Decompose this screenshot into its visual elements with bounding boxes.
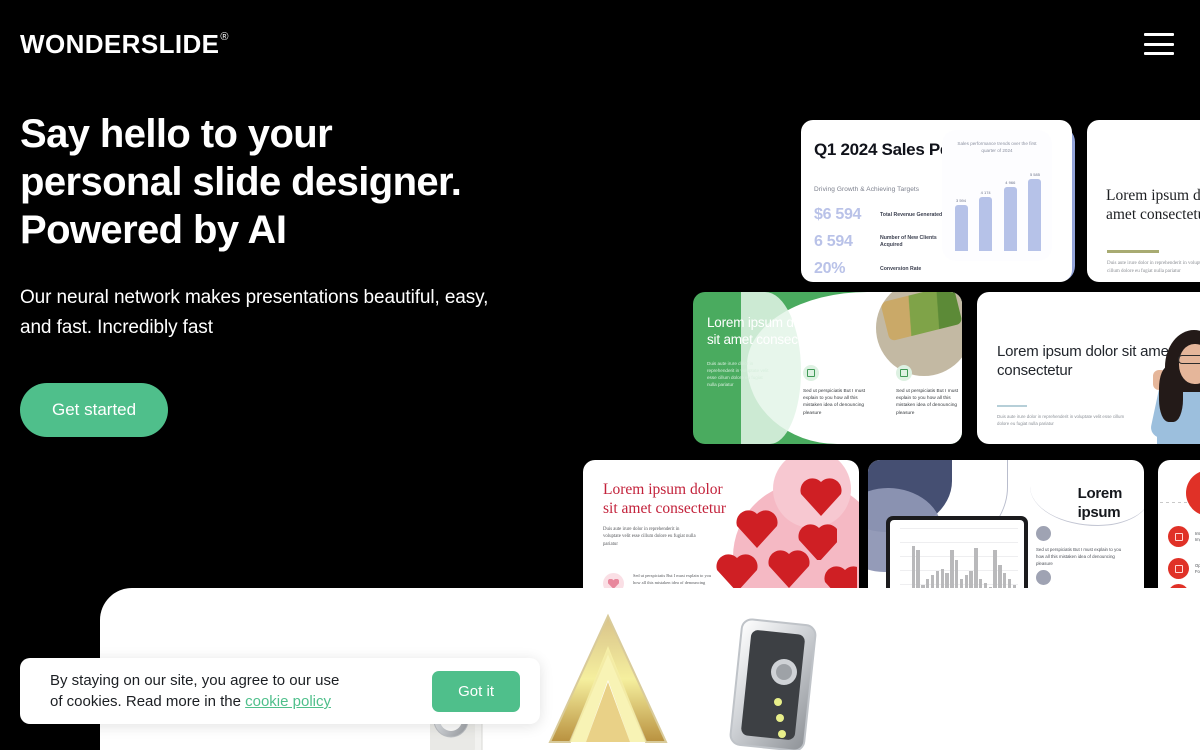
green-column: Sed ut perspiciatis But I must explain t… — [896, 365, 959, 417]
grid-line — [900, 528, 1018, 529]
green-column-text: Sed ut perspiciatis But I must explain t… — [803, 389, 866, 416]
q1-stat-value: 6 594 — [814, 233, 853, 250]
tablet-item-text: Sed ut perspiciatis But I must explain t… — [1036, 547, 1122, 566]
serif-divider — [1107, 250, 1159, 253]
q1-stats-list: $6 594 Total Revenue Generated 6 594 Num… — [814, 206, 960, 282]
tablet-item: Sed ut perspiciatis But I must explain t… — [1036, 526, 1122, 567]
info-icon — [1036, 526, 1051, 541]
logo-text: WONDERSLIDE — [20, 29, 220, 59]
cookie-text-line1: By staying on our site, you agree to our… — [50, 672, 340, 689]
woman-divider — [997, 405, 1027, 407]
red-row: Operational Excellence Foundations — [1168, 558, 1200, 579]
q1-stat-label: Conversion Rate — [880, 265, 922, 272]
q1-stat-item: $6 594 Total Revenue Generated — [814, 206, 960, 224]
cookie-policy-link[interactable]: cookie policy — [245, 693, 331, 710]
q1-bar — [954, 205, 968, 251]
q1-bar-item: 4 174 — [979, 190, 993, 251]
q1-chart-card: Sales performance trends over the first … — [942, 130, 1052, 261]
gear-icon — [1168, 526, 1189, 547]
logo[interactable]: WONDERSLIDE ® — [20, 31, 229, 57]
cookie-text: By staying on our site, you agree to our… — [50, 670, 414, 712]
green-body: Duis aute irure dolor in reprehenderit i… — [707, 361, 769, 387]
q1-bar-value-label: 4 174 — [980, 190, 991, 195]
leaf-icon — [803, 365, 819, 381]
site-header: WONDERSLIDE ® — [0, 0, 1200, 88]
hearts-heading: Lorem ipsum dolor sit amet consectetur — [603, 480, 726, 518]
hearts-body: Duis aute irure dolor in reprehenderit i… — [603, 527, 696, 547]
q1-stat-item: 20% Conversion Rate — [814, 260, 960, 278]
q1-bar-item: 3 594 — [954, 198, 968, 251]
slide-red-circles[interactable]: Internal Communication Improvements Oper… — [1158, 460, 1200, 608]
slide-tablet[interactable]: Lorem ipsum Sed ut perspiciatis But I mu… — [868, 460, 1144, 608]
q1-bar-chart: 3 594 4 174 4 966 5 585 — [954, 159, 1042, 251]
red-row-label: Operational Excellence Foundations — [1195, 562, 1200, 574]
q1-stat-value: $6 594 — [814, 206, 862, 223]
green-columns: Sed ut perspiciatis But I must explain t… — [803, 365, 959, 417]
hero-section: Say hello to your personal slide designe… — [20, 110, 560, 437]
green-heading-line2: sit amet consectetur — [707, 332, 824, 347]
slide-serif-lorem[interactable]: Lorem ipsum dolor sit amet consectetur D… — [1087, 120, 1200, 282]
q1-chart-caption: Sales performance trends over the first … — [957, 141, 1037, 153]
q1-bar-value-label: 4 966 — [1005, 180, 1016, 185]
slide-hearts[interactable]: Lorem ipsum dolor sit amet consectetur D… — [583, 460, 859, 608]
headline-line-3: Powered by AI — [20, 208, 287, 252]
slide-green-food[interactable]: Lorem ipsum dolor sit amet consectetur D… — [693, 292, 962, 444]
headline-line-2: personal slide designer. — [20, 160, 462, 204]
hero-subheadline: Our neural network makes presentations b… — [20, 287, 489, 338]
green-heading-line1: Lorem ipsum dolor — [707, 315, 816, 330]
chart-icon — [1186, 470, 1200, 516]
tablet-heading-line2: ipsum — [1077, 504, 1121, 521]
green-heading: Lorem ipsum dolor sit amet consectetur — [707, 314, 824, 348]
got-it-button[interactable]: Got it — [432, 670, 520, 712]
q1-bar — [979, 197, 993, 251]
slide-q1-sales[interactable]: Q1 2024 Sales Performance Driving Growth… — [801, 120, 1072, 282]
q1-bar — [1003, 187, 1017, 251]
red-row-label: Internal Communication Improvements — [1195, 530, 1200, 542]
q1-bar-item: 5 585 — [1028, 172, 1042, 251]
green-column-text: Sed ut perspiciatis But I must explain t… — [896, 389, 959, 416]
cookie-consent-banner: By staying on our site, you agree to our… — [20, 658, 540, 724]
q1-stat-item: 6 594 Number of New Clients Acquired — [814, 233, 960, 251]
get-started-button[interactable]: Get started — [20, 383, 169, 437]
badge-icon — [1036, 570, 1051, 585]
registered-trademark-icon: ® — [220, 31, 229, 43]
serif-body: Duis aute irure dolor in reprehenderit i… — [1107, 261, 1200, 274]
q1-subtitle: Driving Growth & Achieving Targets — [814, 186, 920, 193]
woman-body: Duis aute irure dolor in reprehenderit i… — [997, 414, 1125, 426]
growth-icon — [1168, 558, 1189, 579]
hearts-heading-line2: sit amet consectetur — [603, 500, 727, 517]
slide-woman[interactable]: Lorem ipsum dolor sit amet consectetur D… — [977, 292, 1200, 444]
red-row: Internal Communication Improvements — [1168, 526, 1200, 547]
tablet-heading-line1: Lorem — [1077, 485, 1123, 502]
woman-photo — [1149, 322, 1200, 444]
q1-bar-value-label: 5 585 — [1029, 172, 1040, 177]
hearts-heading-line1: Lorem ipsum dolor — [603, 481, 723, 498]
document-icon — [896, 365, 912, 381]
q1-bar-value-label: 3 594 — [955, 198, 966, 203]
page-title: Say hello to your personal slide designe… — [20, 110, 560, 254]
serif-heading: Lorem ipsum dolor sit amet consectetur — [1106, 187, 1200, 223]
cookie-text-line2: of cookies. Read more in the — [50, 693, 246, 710]
hamburger-menu-icon[interactable] — [1144, 33, 1174, 55]
headline-line-1: Say hello to your — [20, 112, 333, 156]
q1-bar — [1028, 179, 1042, 251]
q1-stat-value: 20% — [814, 260, 846, 277]
page-root: Q1 2024 Sales Performance Driving Growth… — [0, 0, 1200, 750]
green-column: Sed ut perspiciatis But I must explain t… — [803, 365, 866, 417]
tablet-heading: Lorem ipsum — [1077, 484, 1123, 522]
grid-line — [900, 542, 1018, 543]
q1-bar-item: 4 966 — [1003, 180, 1017, 251]
